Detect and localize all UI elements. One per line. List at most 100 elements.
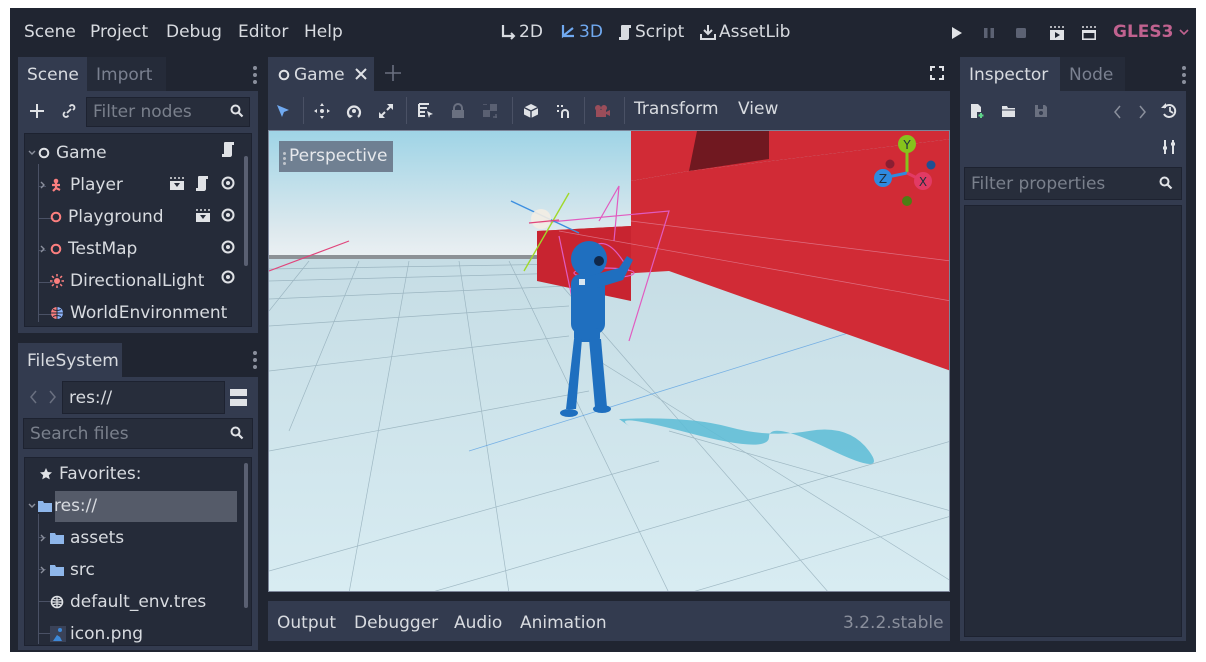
gizmo-y-label[interactable]: Y: [902, 138, 911, 152]
search-files-input[interactable]: [23, 418, 253, 449]
tab-inspector[interactable]: Inspector: [960, 57, 1060, 91]
light-icon: [50, 274, 64, 288]
3d-axes-icon: [560, 24, 576, 40]
download-icon: [700, 24, 716, 40]
tree-item-testmap[interactable]: TestMap: [40, 234, 240, 264]
bottom-tab-animation[interactable]: Animation: [520, 613, 607, 633]
menu-editor[interactable]: Editor: [238, 22, 288, 42]
3d-viewport[interactable]: Y Z X Perspective: [268, 130, 950, 592]
mode-script-button[interactable]: Script: [618, 22, 684, 42]
visibility-icon[interactable]: [221, 240, 235, 254]
perspective-menu-button[interactable]: Perspective: [279, 141, 394, 172]
list-select-icon[interactable]: [417, 102, 435, 120]
group-icon[interactable]: [481, 102, 499, 120]
tree-item-playground[interactable]: Playground: [40, 202, 240, 232]
visibility-icon[interactable]: [221, 176, 235, 190]
stop-button[interactable]: [1012, 24, 1030, 42]
collapse-chevron-icon: [40, 534, 50, 542]
bottom-tab-output[interactable]: Output: [277, 613, 336, 633]
file-item-icon-png[interactable]: icon.png: [50, 619, 143, 645]
instance-icon[interactable]: [195, 209, 211, 223]
path-input[interactable]: [62, 381, 225, 414]
open-folder-icon[interactable]: [1000, 102, 1018, 120]
pause-button[interactable]: [980, 24, 998, 42]
property-tools-icon[interactable]: [1160, 138, 1178, 156]
add-scene-tab-icon[interactable]: [385, 65, 401, 81]
stop-icon: [1015, 27, 1027, 39]
scene-tree: Game Player Playground TestMap Direction…: [24, 133, 252, 327]
file-item-assets[interactable]: assets: [40, 523, 124, 553]
mode-assetlib-button[interactable]: AssetLib: [700, 22, 790, 42]
history-forward-icon[interactable]: [1138, 105, 1146, 119]
tab-filesystem[interactable]: FileSystem: [18, 343, 122, 377]
node3d-icon: [278, 69, 290, 81]
2d-axes-icon: [500, 24, 516, 40]
bottom-tab-debugger[interactable]: Debugger: [354, 613, 438, 633]
filesystem-dock: Favorites: res:// assets src default_e: [18, 377, 258, 650]
menu-project[interactable]: Project: [90, 22, 148, 42]
file-item-res[interactable]: res://: [28, 491, 97, 521]
bottom-tab-audio[interactable]: Audio: [454, 613, 502, 633]
rotate-tool-icon[interactable]: [345, 102, 363, 120]
gizmo-x-label[interactable]: X: [919, 175, 927, 189]
instance-icon[interactable]: [169, 177, 185, 191]
filter-properties-input[interactable]: [964, 167, 1182, 200]
environment-icon: [50, 595, 64, 609]
forward-icon[interactable]: [48, 390, 56, 404]
tree-item-label: Game: [56, 143, 107, 163]
scene-dock-menu-icon[interactable]: [253, 66, 257, 84]
file-tree-scrollbar[interactable]: [244, 463, 248, 608]
gizmo-z-label[interactable]: Z: [879, 172, 887, 186]
play-custom-scene-icon: [1081, 25, 1097, 41]
mode-2d-button[interactable]: 2D: [500, 22, 543, 42]
close-icon[interactable]: [354, 68, 367, 80]
snap-icon[interactable]: [554, 102, 572, 120]
tree-item-game[interactable]: Game: [28, 138, 238, 168]
tab-import[interactable]: Import: [87, 57, 166, 91]
split-view-icon[interactable]: [230, 389, 247, 406]
favorites-item[interactable]: Favorites:: [39, 459, 142, 489]
object-history-icon[interactable]: [1160, 102, 1178, 120]
node3d-icon: [50, 211, 62, 223]
distraction-free-icon[interactable]: [930, 66, 944, 80]
script-icon[interactable]: [221, 141, 235, 157]
view-menu[interactable]: View: [738, 99, 778, 119]
menu-scene[interactable]: Scene: [24, 22, 76, 42]
visibility-icon[interactable]: [221, 270, 235, 284]
new-resource-icon[interactable]: [968, 102, 986, 120]
renderer-dropdown[interactable]: GLES3: [1113, 22, 1190, 42]
menu-help[interactable]: Help: [304, 22, 343, 42]
filesystem-dock-menu-icon[interactable]: [253, 351, 257, 369]
play-scene-button[interactable]: [1048, 24, 1066, 42]
play-button[interactable]: [948, 24, 966, 42]
lock-icon[interactable]: [449, 102, 467, 120]
scene-tree-scrollbar[interactable]: [244, 156, 248, 266]
file-item-src[interactable]: src: [40, 555, 95, 585]
tree-item-player[interactable]: Player: [40, 170, 240, 200]
play-custom-scene-button[interactable]: [1080, 24, 1098, 42]
collapse-chevron-icon: [40, 181, 50, 189]
inspector-dock-menu-icon[interactable]: [1182, 66, 1186, 84]
camera-icon[interactable]: [593, 102, 611, 120]
transform-menu[interactable]: Transform: [634, 99, 719, 119]
select-tool-icon[interactable]: [274, 102, 292, 120]
local-space-icon[interactable]: [522, 102, 540, 120]
filter-nodes-input[interactable]: [86, 97, 250, 127]
add-node-button[interactable]: [28, 102, 46, 120]
file-item-default-env[interactable]: default_env.tres: [50, 587, 206, 617]
tree-item-worldenvironment[interactable]: WorldEnvironment: [40, 298, 250, 328]
instance-scene-button[interactable]: [60, 102, 78, 120]
tab-node[interactable]: Node: [1060, 57, 1125, 91]
visibility-icon[interactable]: [221, 208, 235, 222]
back-icon[interactable]: [30, 390, 38, 404]
save-icon[interactable]: [1032, 102, 1050, 120]
scene-tab-game[interactable]: Game: [268, 57, 374, 91]
move-tool-icon[interactable]: [313, 102, 331, 120]
scale-tool-icon[interactable]: [377, 102, 395, 120]
history-back-icon[interactable]: [1114, 105, 1122, 119]
script-icon[interactable]: [195, 175, 209, 191]
tree-item-directionallight[interactable]: DirectionalLight: [40, 266, 240, 296]
tab-scene[interactable]: Scene: [18, 57, 87, 91]
menu-debug[interactable]: Debug: [166, 22, 222, 42]
mode-3d-button[interactable]: 3D: [560, 22, 603, 42]
